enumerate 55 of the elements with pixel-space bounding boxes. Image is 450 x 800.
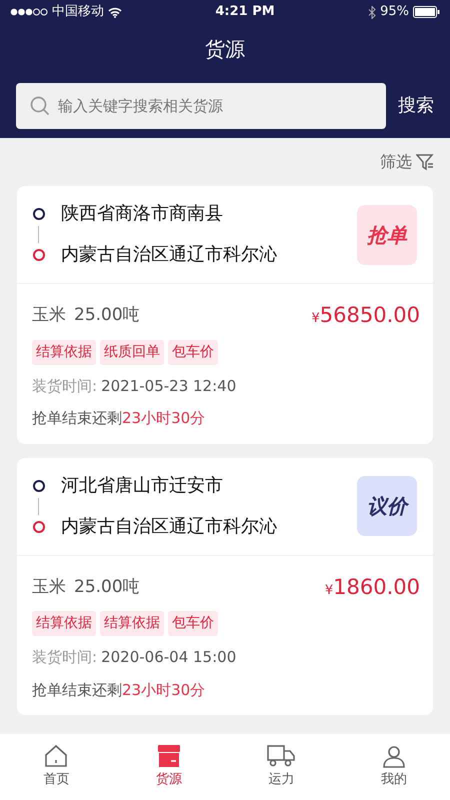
home-icon xyxy=(44,744,68,768)
tag: 包车价 xyxy=(168,340,218,364)
load-time: 2020-06-04 15:00 xyxy=(101,647,236,668)
tag: 结算依据 xyxy=(32,340,96,364)
status-time: 4:21 PM xyxy=(215,3,275,22)
countdown-time: 23小时30分 xyxy=(122,680,206,700)
currency-symbol: ¥ xyxy=(324,582,334,600)
countdown-time: 23小时30分 xyxy=(122,408,206,429)
search-icon xyxy=(30,96,50,116)
origin-dot xyxy=(33,208,45,220)
battery-icon xyxy=(412,6,440,18)
filter-icon xyxy=(416,153,434,171)
load-time-label: 装货时间: xyxy=(32,376,98,396)
goods-name: 玉米 xyxy=(32,304,66,327)
destination-dot xyxy=(33,249,45,261)
cargo-card[interactable]: 陕西省商洛市商南县 内蒙古自治区通辽市科尔沁 抢单 玉米 25.00吨 ¥56850.00 结算依据 纸质回单 包车价 装货时间: 2021-05-23 12:40 抢单结束还剩23小时30分 xyxy=(17,186,433,444)
bluetooth-icon xyxy=(368,6,376,18)
box-icon xyxy=(156,744,181,768)
tag: 结算依据 xyxy=(100,611,164,636)
signal-icon xyxy=(10,8,48,16)
destination-address: 内蒙古自治区通辽市科尔沁 xyxy=(61,243,277,267)
destination-address: 内蒙古自治区通辽市科尔沁 xyxy=(61,514,277,538)
price: 56850.00 xyxy=(320,302,420,329)
goods-name: 玉米 xyxy=(32,576,66,598)
cargo-card[interactable]: 河北省唐山市迁安市 内蒙古自治区通辽市科尔沁 议价 玉米 25.00吨 ¥1860.00 结算依据 结算依据 包车价 装货时间: 2020-06-04 15:00 抢单结束还剩23小时30分 xyxy=(17,458,433,715)
currency-symbol: ¥ xyxy=(312,310,320,328)
destination-dot xyxy=(33,520,45,532)
tab-bar-item[interactable]: 货源 xyxy=(112,734,225,800)
load-time-label: 装货时间: xyxy=(32,647,98,668)
tab-bar-item[interactable]: 运力 xyxy=(225,734,338,800)
page-title: 货源 xyxy=(205,37,245,61)
order-type-badge: 抢单 xyxy=(357,204,417,264)
search-button[interactable]: 搜索 xyxy=(398,92,434,119)
search-field[interactable]: 输入关键字搜索相关货源 xyxy=(16,82,386,128)
origin-address: 河北省唐山市迁安市 xyxy=(61,474,223,498)
tab-bar-item[interactable]: 首页 xyxy=(0,734,112,800)
filter-button[interactable]: 筛选 xyxy=(380,150,434,174)
price: 1860.00 xyxy=(333,574,420,600)
wifi-icon xyxy=(108,6,122,18)
carrier-name: 中国移动 xyxy=(52,3,104,22)
battery-percent: 95% xyxy=(380,3,409,22)
tag: 包车价 xyxy=(168,611,218,636)
load-time: 2021-05-23 12:40 xyxy=(101,376,236,396)
tag: 纸质回单 xyxy=(100,340,164,364)
order-type-badge: 议价 xyxy=(357,476,417,536)
tab-bar-item[interactable]: 我的 xyxy=(338,734,450,800)
countdown-label: 抢单结束还剩 xyxy=(32,680,122,700)
user-icon xyxy=(382,744,406,768)
truck-icon xyxy=(267,744,296,768)
countdown-label: 抢单结束还剩 xyxy=(32,408,122,429)
origin-address: 陕西省商洛市商南县 xyxy=(61,202,223,226)
goods-weight: 25.00吨 xyxy=(74,304,140,327)
origin-dot xyxy=(33,480,45,492)
tag: 结算依据 xyxy=(32,611,96,636)
goods-weight: 25.00吨 xyxy=(74,576,140,598)
